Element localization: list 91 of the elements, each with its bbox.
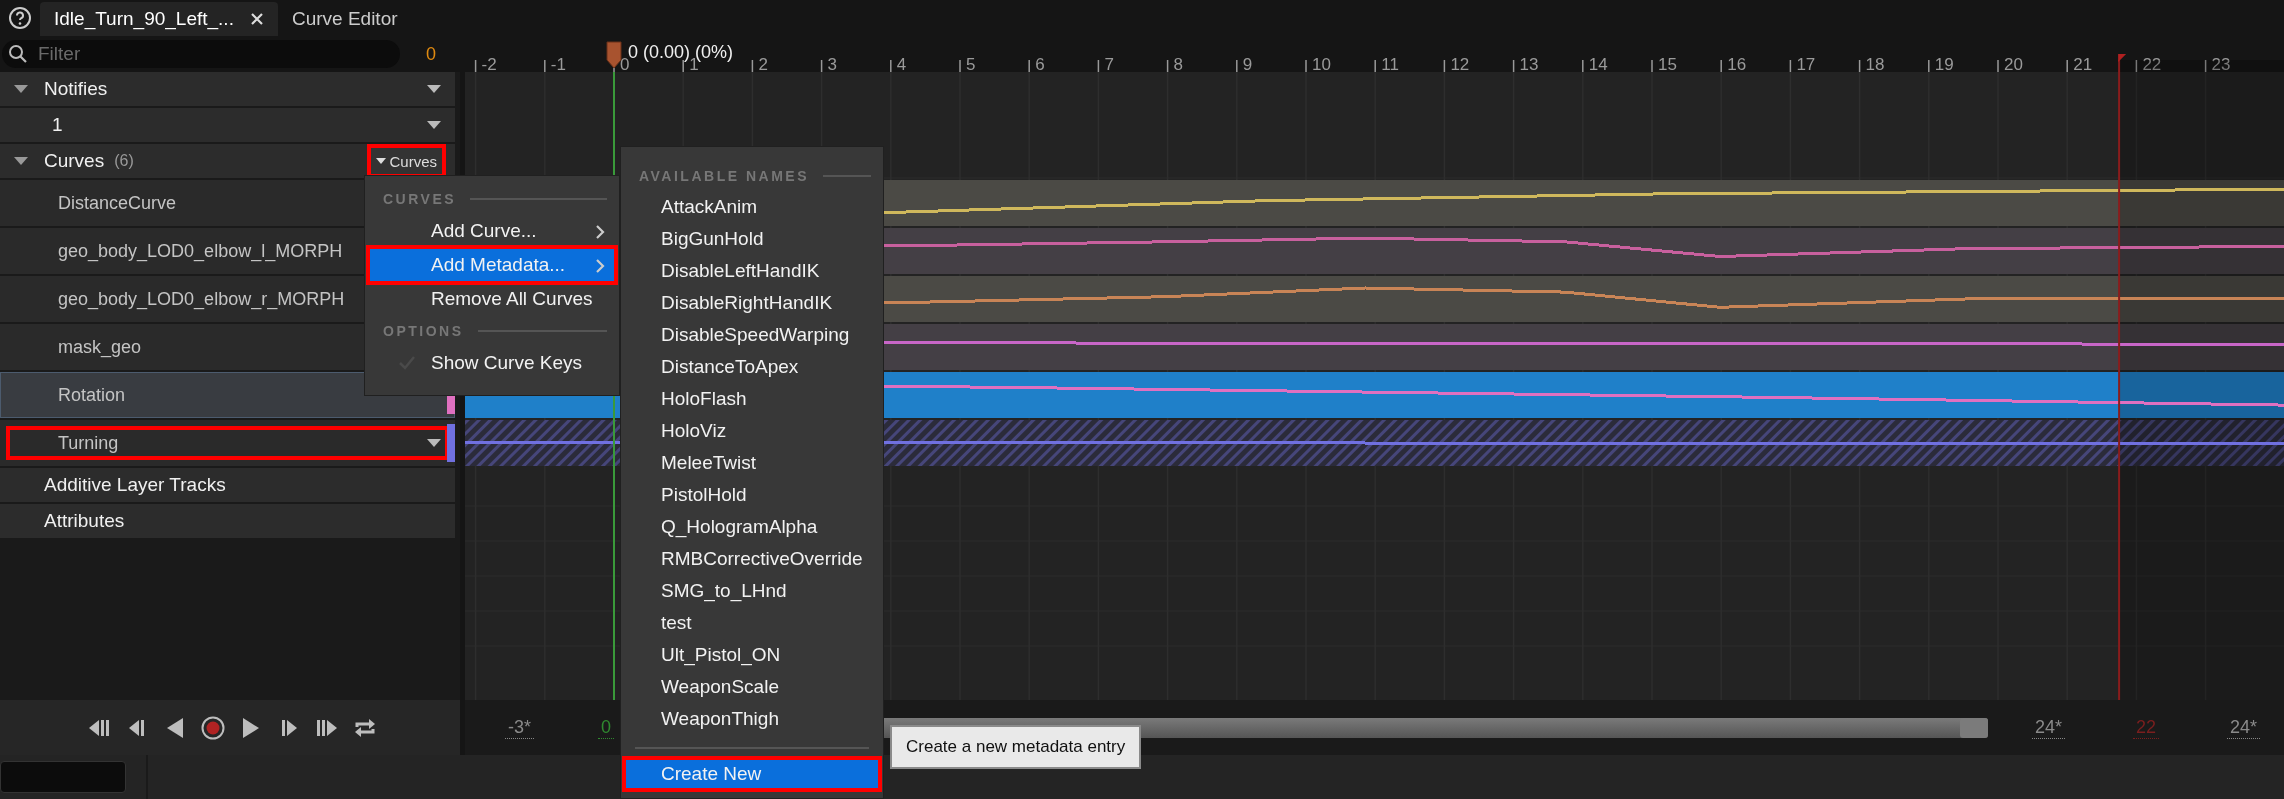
- menu-item[interactable]: Add Metadata...: [369, 248, 615, 282]
- ruler-label: 14: [1588, 55, 1608, 74]
- curve-label: mask_geo: [58, 336, 142, 358]
- command-field[interactable]: [0, 761, 126, 793]
- track-label: 1: [52, 114, 63, 136]
- close-icon[interactable]: [249, 12, 264, 26]
- ruler-label: 17: [1796, 55, 1816, 74]
- search-icon: [8, 44, 28, 64]
- menu-item[interactable]: SMG_to_LHnd: [625, 575, 879, 607]
- track-row[interactable]: Additive Layer Tracks: [0, 468, 455, 502]
- ruler-label: 13: [1519, 55, 1539, 74]
- menu-item[interactable]: HoloViz: [625, 415, 879, 447]
- ruler-label: -1: [550, 55, 566, 74]
- tooltip: Create a new metadata entry: [890, 725, 1142, 769]
- menu-item[interactable]: Q_HologramAlpha: [625, 511, 879, 543]
- ruler-label: 2: [758, 55, 768, 74]
- track-row[interactable]: Curves (6) Curves: [0, 144, 455, 178]
- menu-section-header: AVAILABLE NAMES: [639, 168, 809, 184]
- menu-item[interactable]: WeaponThigh: [625, 703, 879, 735]
- curve-label: Turning: [58, 432, 119, 454]
- tab-label: Idle_Turn_90_Left_...: [54, 8, 234, 30]
- frame-value[interactable]: 24*: [2031, 716, 2065, 739]
- playhead-handle[interactable]: [606, 41, 622, 69]
- menu-item[interactable]: Ult_Pistol_ON: [625, 639, 879, 671]
- chevron-right-icon: [595, 224, 605, 240]
- caret-icon: [376, 158, 387, 164]
- ruler-label: 7: [1104, 55, 1114, 74]
- track-label: Curves: [44, 150, 105, 172]
- menu-item[interactable]: WeaponScale: [625, 671, 879, 703]
- create-new-item[interactable]: Create New: [625, 759, 879, 789]
- ruler-label: 21: [2073, 55, 2093, 74]
- dropdown-caret-icon[interactable]: [427, 85, 441, 93]
- menu-item[interactable]: DisableSpeedWarping: [625, 319, 879, 351]
- menu-section-header: CURVES: [383, 191, 457, 207]
- curve-label: geo_body_LOD0_elbow_l_MORPH: [58, 240, 343, 262]
- menu-item[interactable]: DisableLeftHandIK: [625, 255, 879, 287]
- menu-item[interactable]: HoloFlash: [625, 383, 879, 415]
- menu-item[interactable]: MeleeTwist: [625, 447, 879, 479]
- ruler-label: 15: [1658, 55, 1677, 74]
- ruler-label: 16: [1727, 55, 1747, 74]
- ruler-label: 5: [966, 55, 976, 74]
- tab[interactable]: Curve Editor: [277, 2, 412, 36]
- ruler-label: 0: [620, 55, 630, 74]
- frame-value[interactable]: 24*: [2226, 716, 2260, 739]
- ruler-label: 18: [1865, 55, 1885, 74]
- track-row[interactable]: Attributes: [0, 504, 455, 538]
- ruler-label: 3: [827, 55, 838, 74]
- ruler-label: 8: [1173, 55, 1184, 74]
- end-marker[interactable]: [2118, 54, 2127, 700]
- frame-value[interactable]: 0: [598, 716, 615, 739]
- chevron-right-icon: [595, 258, 605, 274]
- curve-label: DistanceCurve: [58, 192, 177, 214]
- ruler-label: 20: [2004, 55, 2023, 74]
- scrollbar-thumb[interactable]: [1959, 717, 1988, 738]
- track-row[interactable]: Notifies: [0, 72, 455, 106]
- track-label: Notifies: [44, 78, 108, 100]
- dropdown-caret-icon[interactable]: [427, 121, 441, 129]
- track-count: (6): [114, 152, 134, 170]
- menu-item[interactable]: AttackAnim: [625, 191, 879, 223]
- ruler-label: 6: [1035, 55, 1045, 74]
- curve-label: geo_body_LOD0_elbow_r_MORPH: [58, 288, 345, 310]
- curve-label: Rotation: [58, 384, 126, 406]
- tab[interactable]: Idle_Turn_90_Left_...: [40, 2, 278, 36]
- menu-item[interactable]: RMBCorrectiveOverride: [625, 543, 879, 575]
- curve-color-strip: [447, 424, 455, 462]
- record-icon[interactable]: [201, 715, 225, 740]
- dropdown-caret-icon[interactable]: [427, 439, 441, 447]
- ruler-label: 11: [1381, 55, 1399, 74]
- menu-item[interactable]: test: [625, 607, 879, 639]
- ruler-label: 12: [1450, 55, 1470, 74]
- frame-value[interactable]: -3*: [505, 716, 534, 739]
- curve-row[interactable]: Turning: [0, 420, 455, 466]
- menu-item[interactable]: PistolHold: [625, 479, 879, 511]
- track-row[interactable]: 1: [0, 108, 455, 142]
- curves-dropdown-button[interactable]: Curves: [370, 147, 443, 175]
- track-label: Attributes: [44, 510, 125, 532]
- ruler-label: 23: [2211, 55, 2231, 74]
- menu-item[interactable]: DisableRightHandIK: [625, 287, 879, 319]
- ruler-label: 22: [2142, 55, 2162, 74]
- ruler-label: -2: [481, 55, 497, 74]
- tab-label: Curve Editor: [291, 8, 398, 30]
- menu-item[interactable]: BigGunHold: [625, 223, 879, 255]
- filter-field[interactable]: Filter: [2, 40, 400, 68]
- help-icon[interactable]: [8, 6, 32, 30]
- track-label: Additive Layer Tracks: [44, 474, 226, 496]
- ruler-label: 4: [896, 55, 907, 74]
- result-count: 0: [426, 43, 436, 65]
- menu-item[interactable]: DistanceToApex: [625, 351, 879, 383]
- ruler-label: 10: [1312, 55, 1331, 74]
- ruler-label: 19: [1934, 55, 1954, 74]
- ruler-label: 9: [1242, 55, 1253, 74]
